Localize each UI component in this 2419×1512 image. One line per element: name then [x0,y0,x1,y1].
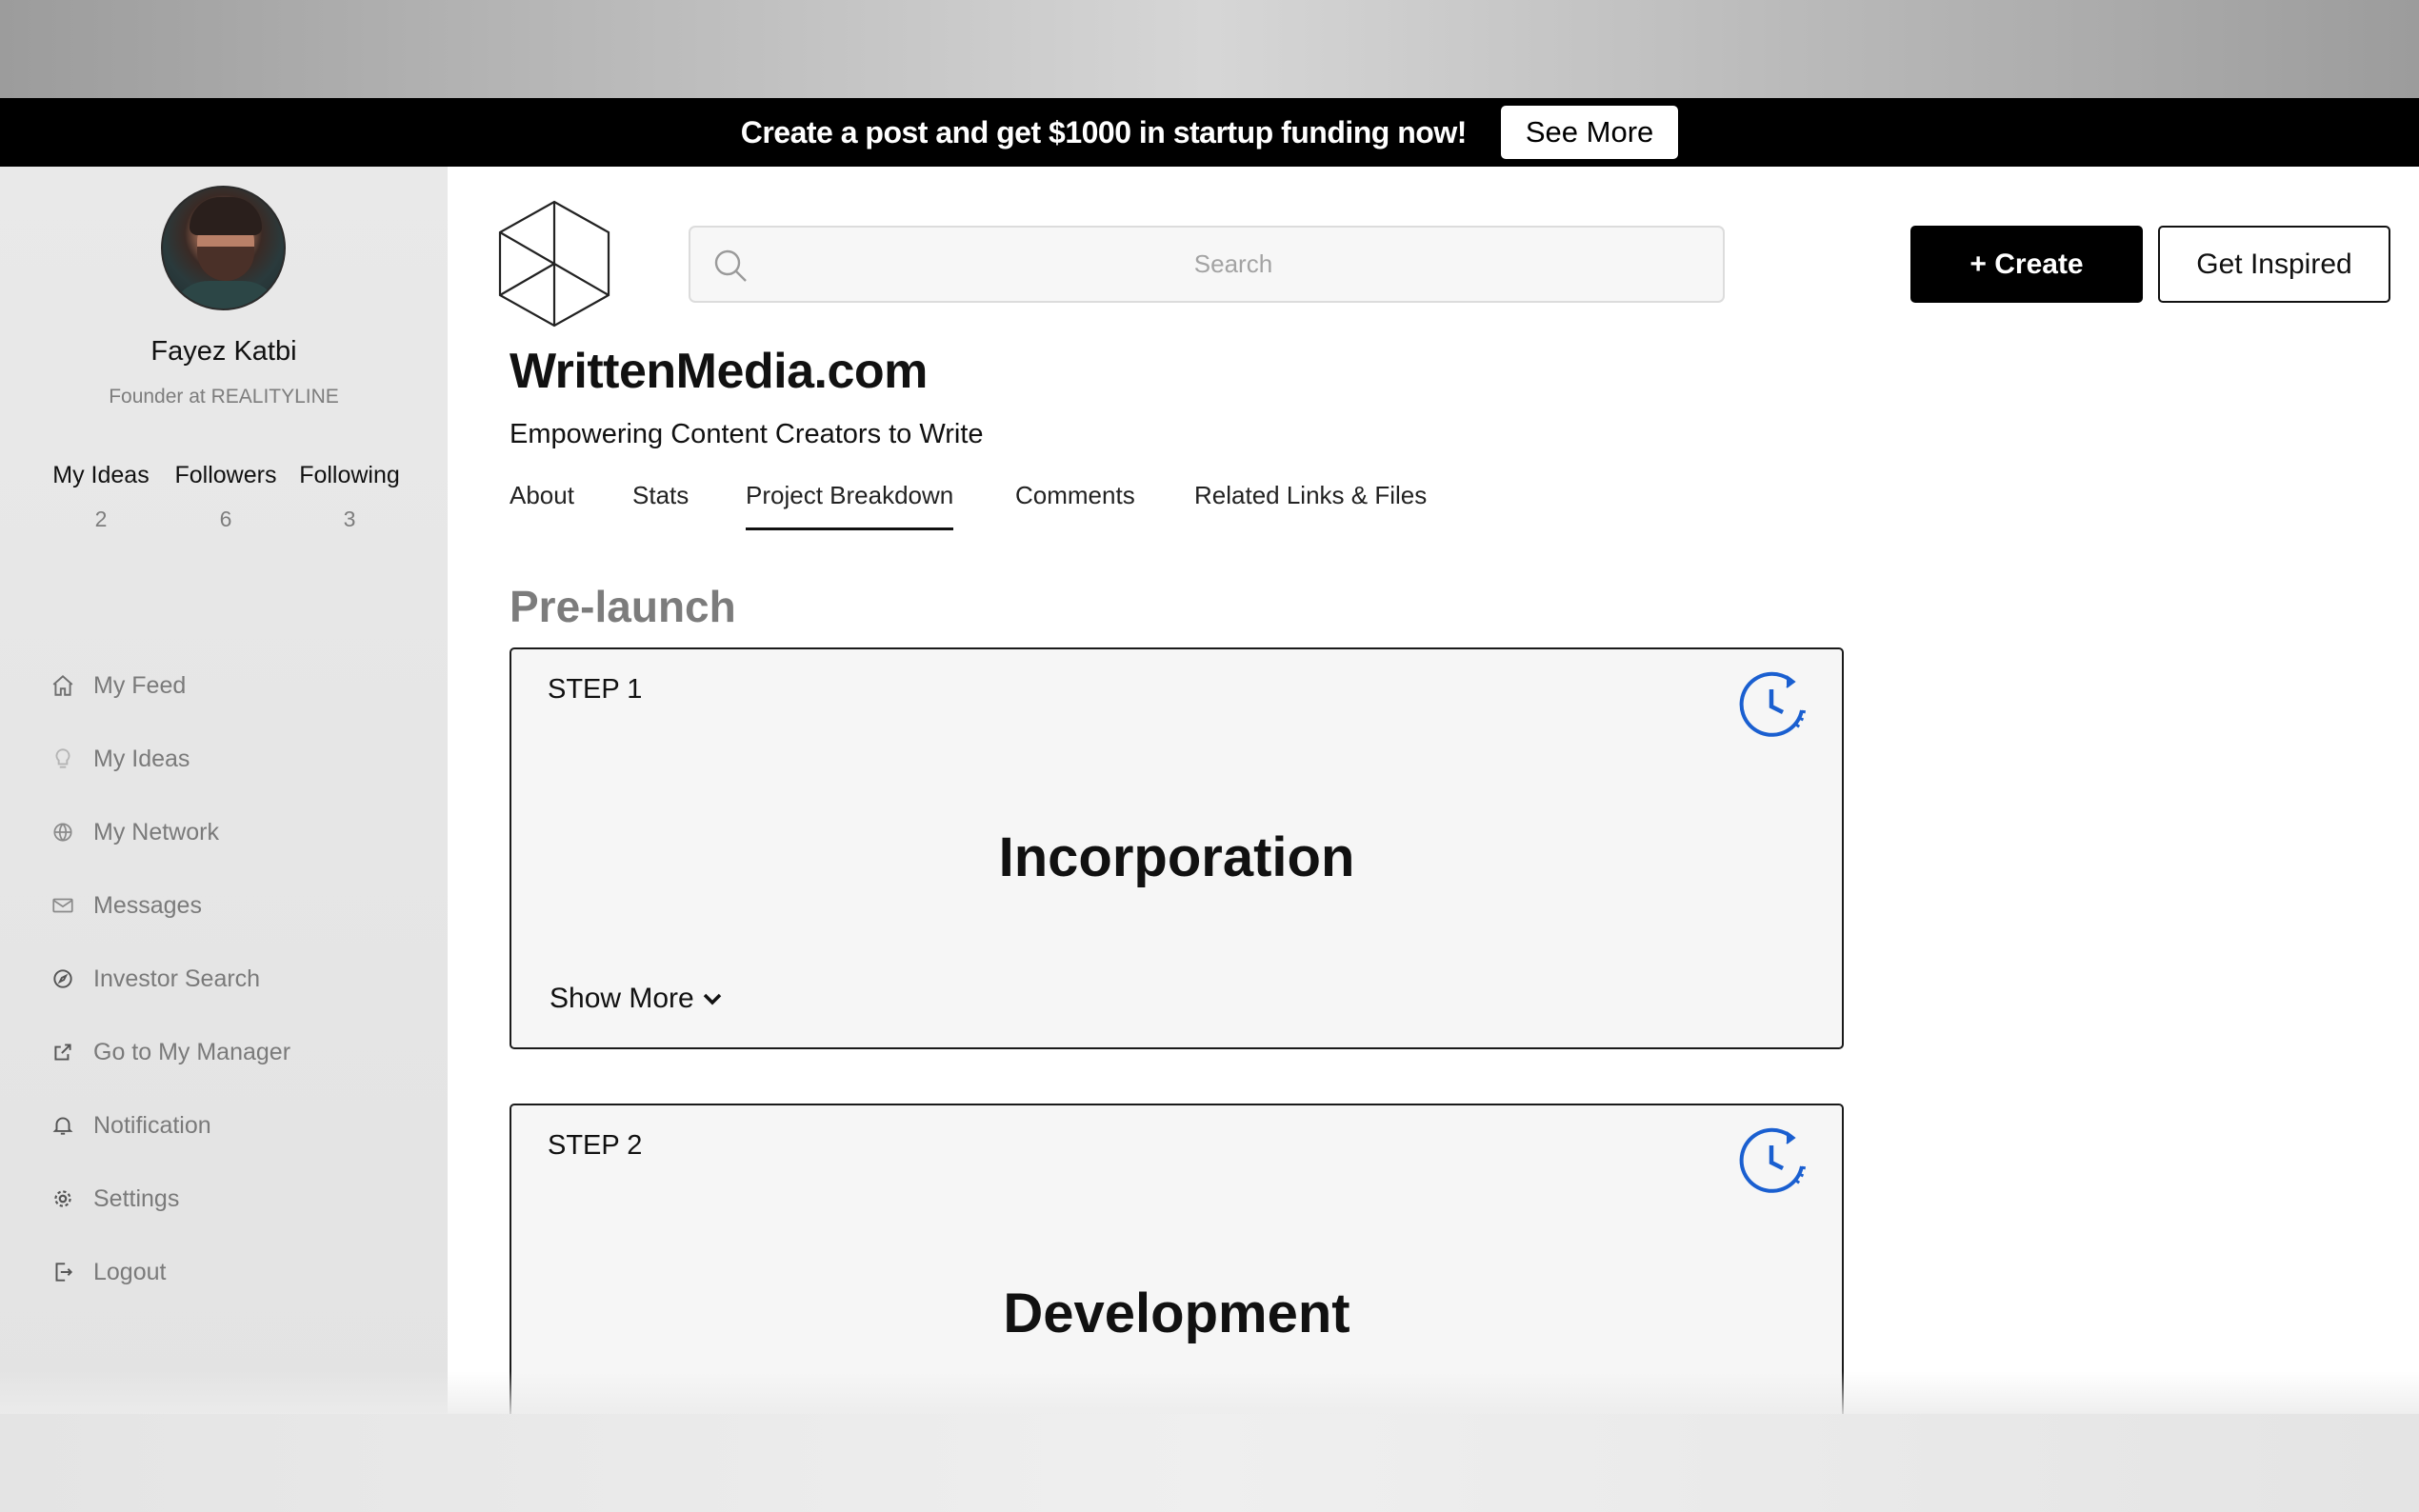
clock-icon[interactable] [1737,668,1809,741]
create-button[interactable]: + Create [1910,226,2143,303]
app-window: Create a post and get $1000 in startup f… [0,0,2419,1512]
sidebar-item-logout[interactable]: Logout [50,1253,166,1291]
tab-project-breakdown[interactable]: Project Breakdown [746,481,954,530]
see-more-button[interactable]: See More [1500,106,1679,159]
sidebar-item-my-feed[interactable]: My Feed [50,666,186,705]
sidebar-item-label: Investor Search [93,965,261,992]
search-bar[interactable] [689,226,1725,303]
show-more-button[interactable]: Show More [550,983,723,1015]
sidebar-item-label: Messages [93,891,202,919]
user-role: Founder at REALITYLINE [109,386,339,408]
search-icon [714,249,747,282]
envelope-icon [50,892,76,919]
stat-followers[interactable]: Followers 6 [167,462,285,532]
tab-comments[interactable]: Comments [1015,481,1135,530]
sidebar-item-investor-search[interactable]: Investor Search [50,960,260,998]
stat-label: My Ideas [52,462,150,488]
sidebar-item-label: Settings [93,1184,180,1212]
external-link-icon [50,1039,76,1065]
promo-text: Create a post and get $1000 in startup f… [740,114,1468,149]
home-icon [50,672,76,699]
section-title: Pre-launch [510,582,736,631]
lightbulb-icon [50,746,76,772]
stat-label: Following [299,462,400,488]
sidebar-item-go-to-my-manager[interactable]: Go to My Manager [50,1033,290,1071]
sidebar-item-settings[interactable]: Settings [50,1180,179,1218]
project-subtitle: Empowering Content Creators to Write [510,419,984,449]
promo-banner: Create a post and get $1000 in startup f… [0,98,2419,167]
stat-following[interactable]: Following 3 [293,462,406,532]
stat-my-ideas[interactable]: My Ideas 2 [48,462,154,532]
globe-icon [50,819,76,846]
user-name[interactable]: Fayez Katbi [0,336,448,368]
browser-top-band [0,0,2419,98]
sidebar-item-label: My Ideas [93,745,190,772]
sidebar-item-label: Notification [93,1111,211,1139]
stat-value: 2 [94,507,108,531]
step-label: STEP 2 [548,1130,643,1161]
sidebar-item-notification[interactable]: Notification [50,1106,211,1144]
compass-icon [50,965,76,992]
gear-icon [50,1185,76,1212]
logout-icon [50,1259,76,1285]
step-label: STEP 1 [548,674,643,705]
avatar[interactable] [161,186,286,310]
sidebar: Fayez Katbi Founder at REALITYLINE My Id… [0,167,448,1414]
bell-icon [50,1112,76,1139]
search-input[interactable] [757,228,1709,301]
bottom-band [0,1414,2419,1512]
sidebar-item-messages[interactable]: Messages [50,886,202,925]
chevron-down-icon [703,993,721,1005]
step-title: Development [1003,1283,1350,1344]
tab-about[interactable]: About [510,481,574,530]
sidebar-item-my-network[interactable]: My Network [50,813,219,851]
project-title: WrittenMedia.com [510,344,928,399]
stat-label: Followers [174,462,277,488]
sidebar-item-label: Logout [93,1258,167,1285]
sidebar-item-label: My Feed [93,671,187,699]
tab-stats[interactable]: Stats [632,481,689,530]
sidebar-item-label: My Network [93,818,219,846]
get-inspired-button[interactable]: Get Inspired [2158,226,2390,303]
stat-value: 6 [219,507,232,531]
sidebar-item-my-ideas[interactable]: My Ideas [50,740,190,778]
show-more-label: Show More [550,983,694,1014]
clock-icon[interactable] [1737,1124,1809,1197]
tab-related-links-files[interactable]: Related Links & Files [1194,481,1427,530]
sidebar-item-label: Go to My Manager [93,1038,291,1065]
step-card: STEP 1 Incorporation Show More [510,647,1844,1049]
stat-value: 3 [343,507,356,531]
hexagon-logo-icon[interactable] [498,200,610,328]
step-title: Incorporation [998,826,1355,888]
